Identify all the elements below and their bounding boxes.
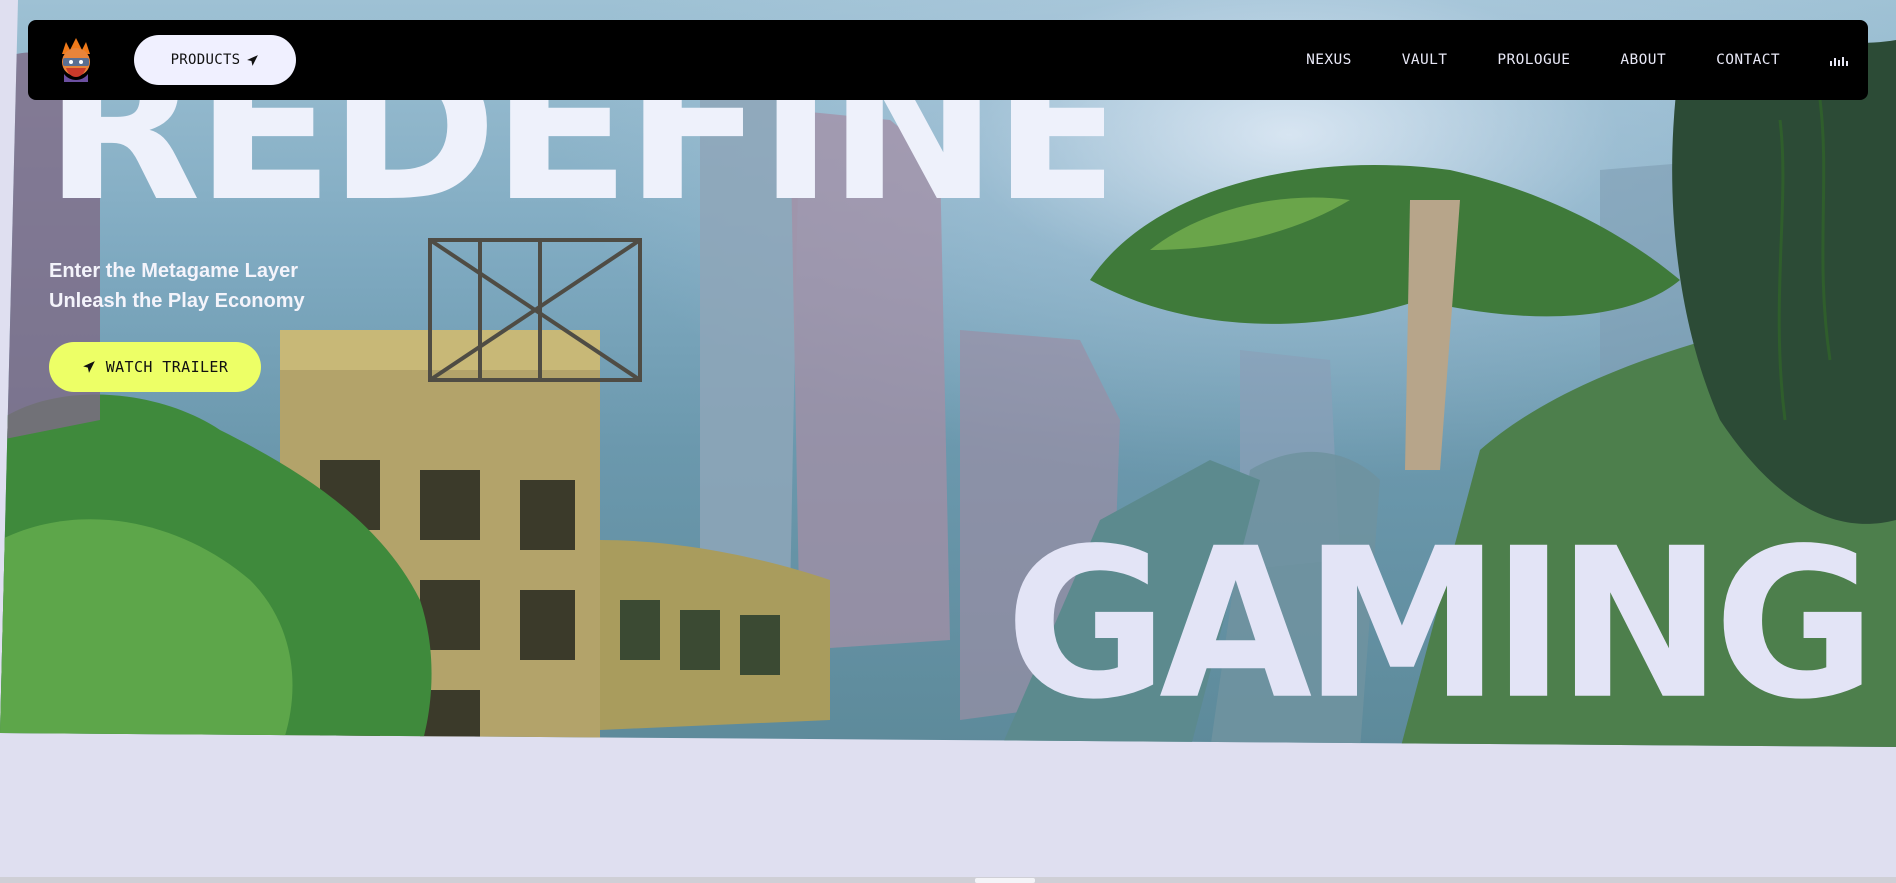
- horizontal-scrollbar[interactable]: [0, 877, 1896, 883]
- nav-links: NEXUS VAULT PROLOGUE ABOUT CONTACT: [1306, 20, 1780, 100]
- hero-section: REDEFINE Enter the Metagame Layer Unleas…: [0, 0, 1896, 747]
- products-button[interactable]: PRODUCTS: [134, 35, 296, 85]
- hero-title-gaming: GAMING: [1005, 504, 1877, 746]
- nav-link-vault[interactable]: VAULT: [1402, 52, 1448, 68]
- audio-bars-icon[interactable]: [1830, 54, 1848, 66]
- nav-link-nexus[interactable]: NEXUS: [1306, 52, 1352, 68]
- top-navbar: PRODUCTS NEXUS VAULT PROLOGUE ABOUT CONT…: [28, 20, 1868, 100]
- nav-link-contact[interactable]: CONTACT: [1716, 52, 1780, 68]
- paper-plane-icon: [82, 361, 95, 373]
- nav-link-about[interactable]: ABOUT: [1620, 52, 1666, 68]
- nav-link-prologue[interactable]: PROLOGUE: [1497, 52, 1570, 68]
- products-label: PRODUCTS: [170, 52, 241, 68]
- watch-trailer-button[interactable]: WATCH TRAILER: [49, 342, 261, 392]
- paper-plane-icon: [247, 54, 259, 66]
- tagline-line-1: Enter the Metagame Layer: [49, 260, 298, 282]
- ninja-avatar-icon[interactable]: [52, 36, 100, 84]
- hero-tagline: Enter the Metagame Layer Unleash the Pla…: [49, 256, 305, 316]
- tagline-line-2: Unleash the Play Economy: [49, 290, 305, 312]
- scrollbar-thumb[interactable]: [975, 878, 1035, 883]
- watch-trailer-label: WATCH TRAILER: [105, 358, 229, 376]
